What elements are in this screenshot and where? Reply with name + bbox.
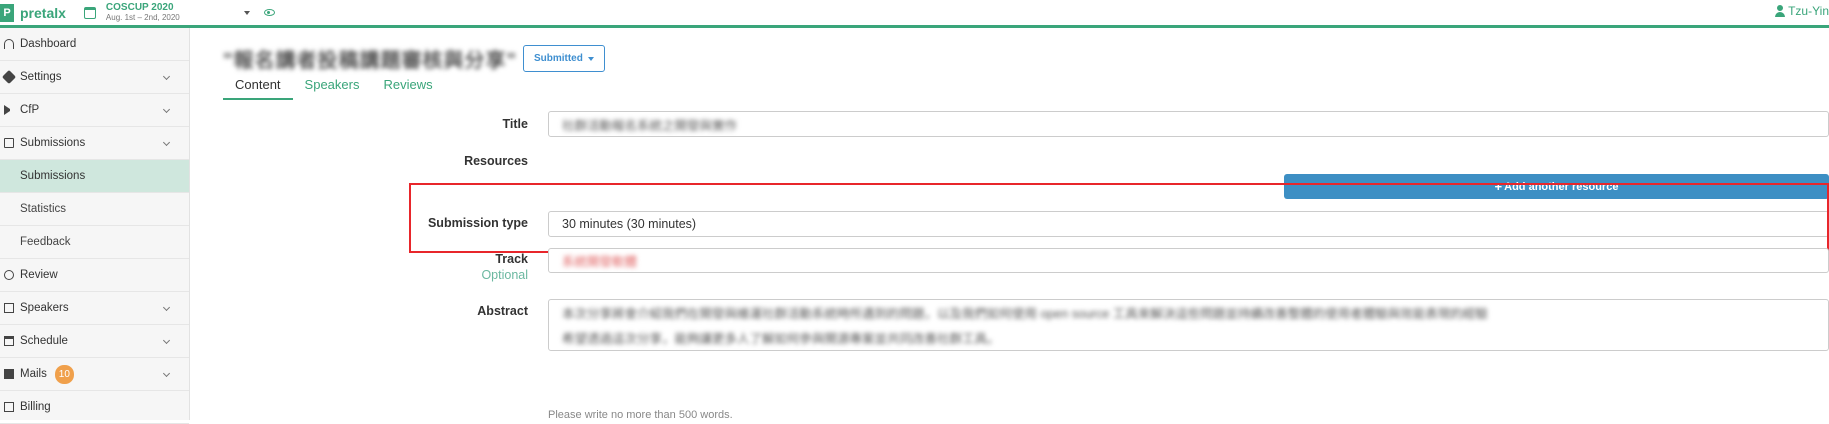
id-card-icon [4,303,14,313]
track-select[interactable]: 系統開發軟體 [548,248,1829,273]
chevron-down-icon [163,337,170,344]
track-label: Track Optional [328,252,528,282]
sidebar-item-label: Settings [20,71,62,83]
resources-label: Resources [328,154,528,168]
pretalx-logo: P [0,4,14,22]
eye-icon [4,270,14,280]
sidebar-item-label: Schedule [20,335,68,347]
chevron-down-icon [163,139,170,146]
sidebar-item-schedule[interactable]: Schedule [0,325,189,358]
chevron-down-icon [163,73,170,80]
sidebar-item-mails[interactable]: Mails 10 [0,358,189,391]
sidebar-item-label: Speakers [20,302,69,314]
title-input[interactable]: 社群活動報名系統之開發與實作 [548,111,1829,137]
tab-reviews[interactable]: Reviews [371,72,444,100]
brand[interactable]: P pretalx [0,0,66,25]
sidebar-item-dashboard[interactable]: Dashboard [0,28,189,61]
sidebar-item-cfp[interactable]: CfP [0,94,189,127]
chevron-down-icon [163,370,170,377]
sidebar-item-label: Billing [20,401,51,413]
track-value: 系統開發軟體 [562,251,637,270]
chevron-down-icon[interactable] [244,11,250,15]
sidebar-item-submissions[interactable]: Submissions [0,127,189,160]
megaphone-icon [4,105,14,115]
envelope-icon [4,369,14,379]
eye-icon[interactable] [264,9,275,16]
sidebar-subitem-feedback[interactable]: Feedback [0,226,189,259]
sidebar-item-label: Mails [20,368,47,380]
sidebar-item-settings[interactable]: Settings [0,61,189,94]
title-label: Title [328,117,528,131]
state-label: Submitted [534,53,583,64]
track-optional-hint: Optional [328,268,528,282]
user-name: Tzu-Yin [1788,4,1829,18]
tab-content[interactable]: Content [223,72,293,100]
calendar-icon [4,336,14,346]
abstract-help-text: Please write no more than 500 words. [548,409,733,421]
dashboard-icon [4,39,14,49]
billing-icon [4,402,14,412]
abstract-label: Abstract [328,304,528,318]
sidebar-item-label: Dashboard [20,38,76,50]
title-value: 社群活動報名系統之開發與實作 [562,115,737,134]
document-icon [4,138,14,148]
calendar-icon [84,7,96,19]
page-title: "報名講者投稿講題審核與分享" [223,44,517,73]
abstract-line-2: 希望透過這次分享，能夠讓更多人了解如何參與開源專案並共同改善社群工具。 [562,328,1000,347]
submission-state-dropdown[interactable]: Submitted [523,45,605,72]
abstract-line-1: 本次分享將會介紹我們在開發與維運社群活動系統時所遇到的問題，以及我們如何使用 o… [562,303,1488,322]
sidebar: Dashboard Settings CfP Submissions Submi… [0,28,190,420]
track-label-text: Track [495,252,528,266]
event-switcher[interactable]: COSCUP 2020 Aug. 1st – 2nd, 2020 [84,3,275,23]
abstract-textarea[interactable]: 本次分享將會介紹我們在開發與維運社群活動系統時所遇到的問題，以及我們如何使用 o… [548,299,1829,351]
sidebar-item-label: Submissions [20,137,85,149]
wrench-icon [2,70,16,84]
top-navbar: P pretalx COSCUP 2020 Aug. 1st – 2nd, 20… [0,0,1829,28]
sidebar-item-label: Feedback [20,236,71,248]
app-name: pretalx [20,5,66,21]
sidebar-subitem-statistics[interactable]: Statistics [0,193,189,226]
mails-count-badge: 10 [55,365,74,384]
user-icon [1775,5,1785,17]
chevron-down-icon [163,106,170,113]
sidebar-item-label: Submissions [20,170,85,182]
sidebar-item-label: Statistics [20,203,66,215]
highlight-box [409,183,1829,253]
event-name: COSCUP 2020 [106,3,180,13]
submission-heading: "報名講者投稿講題審核與分享" Submitted [223,44,605,73]
sidebar-item-label: CfP [20,104,39,116]
event-dates: Aug. 1st – 2nd, 2020 [106,13,180,23]
sidebar-item-review[interactable]: Review [0,259,189,292]
sidebar-subitem-submissions[interactable]: Submissions [0,160,189,193]
chevron-down-icon [588,57,594,61]
chevron-down-icon [163,304,170,311]
tab-speakers[interactable]: Speakers [293,72,372,100]
sidebar-item-label: Review [20,269,58,281]
sidebar-item-billing[interactable]: Billing [0,391,189,424]
sidebar-item-speakers[interactable]: Speakers [0,292,189,325]
user-menu[interactable]: Tzu-Yin [1775,4,1829,18]
submission-tabs: Content Speakers Reviews [223,72,1829,100]
